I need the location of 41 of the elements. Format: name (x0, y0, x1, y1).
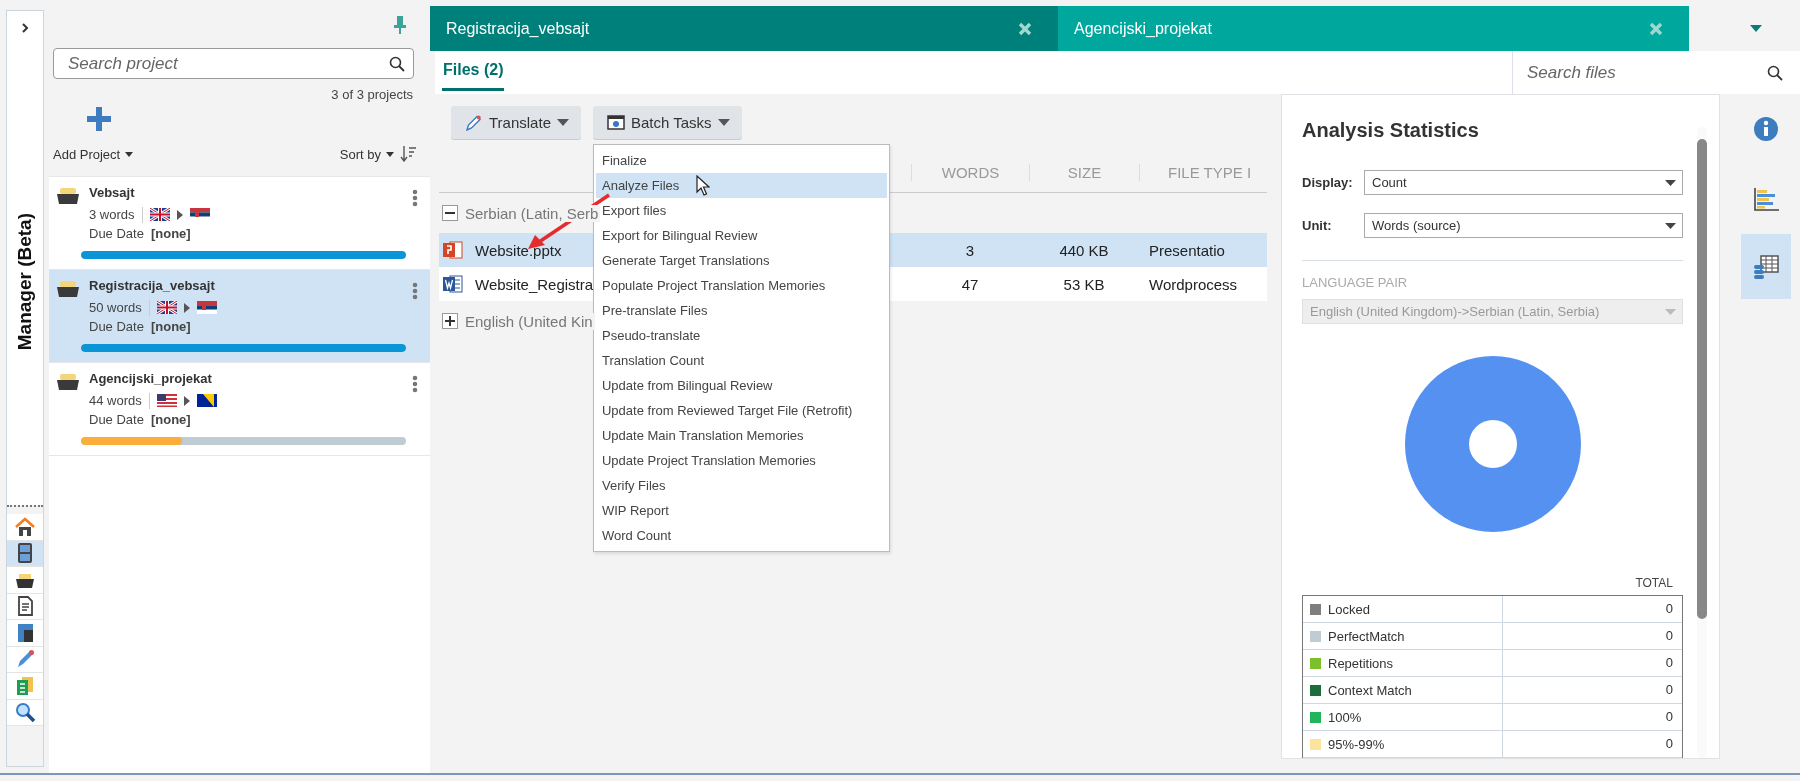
due-date-value: [none] (150, 412, 191, 427)
table-cell-text: Wordprocess (1148, 275, 1239, 293)
legend-label: Context Match (1328, 682, 1412, 698)
due-date-value: [none] (150, 319, 191, 334)
table-cell-text: 0 (1664, 600, 1674, 618)
project-count: 3 of 3 projects (331, 87, 413, 102)
legend-label: Locked (1328, 601, 1370, 617)
file-name: Website_Registra (475, 275, 594, 293)
table-cell-text: 53 KB (1062, 275, 1106, 293)
table-cell-text: 0 (1664, 627, 1674, 645)
due-date-label: Due Date (89, 319, 144, 334)
table-cell-text: 0 (1664, 654, 1674, 672)
due-date-label: Due Date (89, 226, 144, 241)
table-cell-text: 3 (964, 241, 976, 259)
legend-label: PerfectMatch (1328, 628, 1405, 644)
panel-title: Analysis Statistics (1302, 119, 1480, 142)
project-name: Agencijski_projekat (89, 371, 213, 388)
word-count: 3 words (89, 207, 135, 222)
project-name: Registracija_vebsajt (89, 278, 216, 295)
project-name: Vebsajt (89, 185, 136, 202)
due-date-value: [none] (150, 226, 191, 241)
file-name: Website.pptx (475, 241, 562, 259)
table-cell-text: 0 (1664, 735, 1674, 753)
field-label: Unit: (1302, 218, 1333, 233)
legend-label: 100% (1328, 709, 1362, 725)
table-cell-text: 440 KB (1058, 241, 1110, 259)
table-cell-text: 0 (1664, 681, 1674, 699)
table-cell-text: Presentatio (1148, 241, 1226, 259)
group-label: Serbian (Latin, Serb (465, 204, 601, 222)
group-label: English (United Kin (465, 312, 595, 330)
column-header: TOTAL (1634, 576, 1674, 590)
field-label: Display: (1302, 175, 1354, 190)
word-count: 44 words (89, 393, 142, 408)
table-cell-text: 0 (1664, 708, 1674, 726)
legend-label: 95%-99% (1328, 736, 1385, 752)
word-count: 50 words (89, 300, 142, 315)
legend-label: Repetitions (1328, 655, 1394, 671)
due-date-label: Due Date (89, 412, 144, 427)
section-heading: LANGUAGE PAIR (1302, 275, 1409, 290)
panel-title: Manager (Beta) (14, 213, 36, 351)
table-cell-text: 47 (960, 275, 980, 293)
